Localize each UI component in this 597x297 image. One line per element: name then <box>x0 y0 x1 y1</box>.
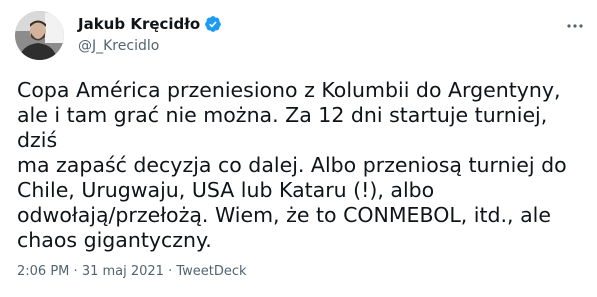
tweet-source[interactable]: TweetDeck <box>176 264 246 279</box>
tweet-time[interactable]: 2:06 PM <box>17 264 69 279</box>
tweet-meta: 2:06 PM · 31 maj 2021 · TweetDeck <box>17 263 247 281</box>
verified-badge-icon <box>204 15 222 33</box>
author-display-name[interactable]: Jakub Kręcidło <box>78 14 200 34</box>
author-name-row[interactable]: Jakub Kręcidło <box>78 13 222 34</box>
author-avatar[interactable] <box>15 11 64 60</box>
tweet-date[interactable]: 31 maj 2021 <box>82 264 164 279</box>
more-horizontal-icon <box>567 24 583 28</box>
more-options-button[interactable] <box>565 16 585 36</box>
meta-separator: · <box>73 264 78 279</box>
profile-photo-icon <box>15 11 64 60</box>
meta-separator: · <box>168 264 173 279</box>
author-handle[interactable]: @J_Krecidlo <box>78 37 159 55</box>
tweet: Jakub Kręcidło @J_Krecidlo Copa América … <box>0 0 597 297</box>
tweet-text: Copa América przeniesiono z Kolumbii do … <box>17 78 567 252</box>
